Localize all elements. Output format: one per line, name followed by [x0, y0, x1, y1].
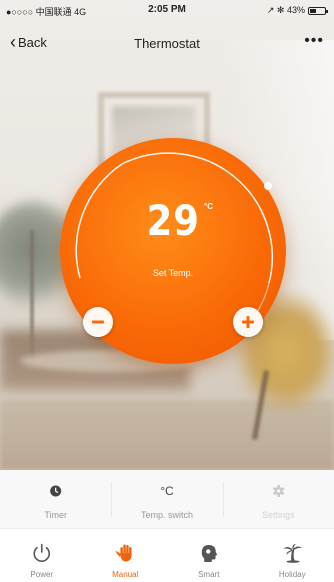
tab-holiday-label: Holiday: [278, 570, 306, 579]
set-temperature-value: 29: [146, 196, 200, 245]
timer-button[interactable]: Timer: [0, 470, 111, 528]
battery-icon: [308, 6, 328, 15]
tab-smart-label: Smart: [198, 570, 220, 579]
tab-manual[interactable]: Manual: [84, 529, 168, 582]
hand-icon: [115, 544, 132, 562]
power-icon: [33, 543, 51, 562]
signal-indicators: ↗ ✻ 43%: [266, 5, 305, 15]
nav-bar: ‹ Back Thermostat •••: [0, 28, 334, 58]
timer-label: Timer: [44, 510, 67, 520]
plus-icon: [242, 316, 254, 328]
function-row: Timer °C Temp. switch Settings: [0, 470, 334, 528]
status-bar: ●○○○○ 中国联通 4G 2:05 PM ↗ ✻ 43%: [0, 0, 334, 20]
tab-power-label: Power: [30, 570, 54, 579]
increase-temperature-button[interactable]: [233, 307, 263, 337]
more-options-button[interactable]: •••: [304, 32, 324, 50]
clock-icon: [50, 485, 62, 497]
minus-icon: [92, 320, 104, 324]
smart-head-icon: [201, 545, 218, 562]
set-temperature-display: 29 °C: [60, 196, 286, 245]
tab-manual-label: Manual: [112, 570, 139, 579]
tab-holiday[interactable]: Holiday: [251, 529, 334, 582]
temp-switch-button[interactable]: °C Temp. switch: [111, 470, 222, 528]
tab-power[interactable]: Power: [0, 529, 84, 582]
temperature-unit: °C: [204, 202, 213, 211]
settings-label: Settings: [262, 510, 295, 520]
bottom-tab-bar: Power Manual Smart Holiday: [0, 528, 334, 582]
celsius-icon: °C: [160, 484, 174, 498]
temp-switch-label: Temp. switch: [140, 510, 193, 520]
set-temp-label: Set Temp.: [152, 268, 194, 278]
tab-smart[interactable]: Smart: [167, 529, 251, 582]
arc-handle[interactable]: [264, 182, 272, 190]
settings-button[interactable]: Settings: [222, 470, 334, 528]
decrease-temperature-button[interactable]: [83, 307, 113, 337]
page-title: Thermostat: [134, 36, 200, 51]
palm-tree-icon: [283, 544, 302, 563]
gear-icon: [272, 485, 284, 497]
